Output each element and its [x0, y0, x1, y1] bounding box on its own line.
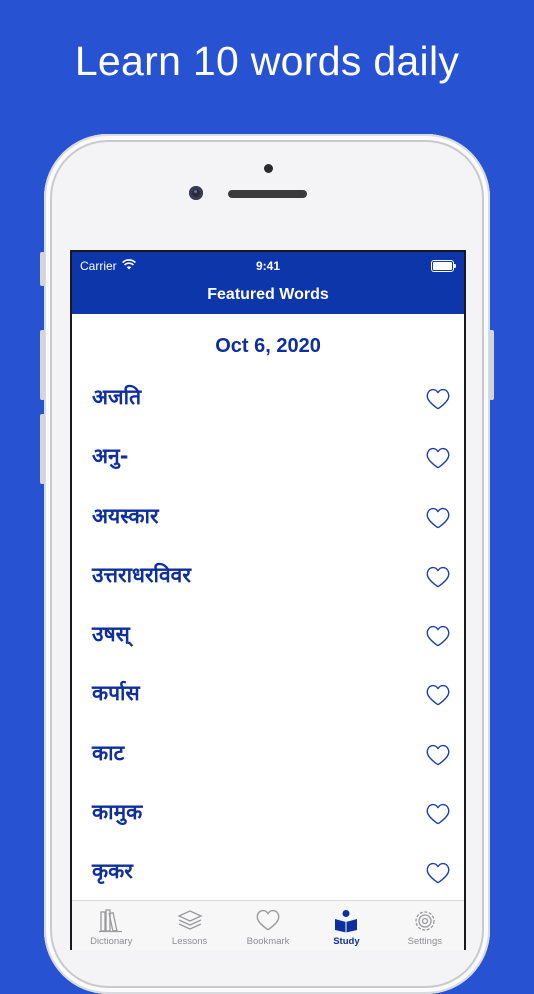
phone-volume-down	[40, 414, 45, 484]
word-row[interactable]: उषस्	[72, 606, 464, 665]
bookmark-heart-icon[interactable]	[426, 388, 450, 410]
tab-label: Study	[333, 936, 360, 947]
word-text: कामुक	[92, 800, 143, 825]
word-row[interactable]: कामुक	[72, 784, 464, 843]
tab-label: Lessons	[171, 936, 208, 947]
tab-label: Dictionary	[90, 936, 133, 947]
phone-power-button	[489, 330, 494, 400]
tab-dictionary[interactable]: Dictionary	[72, 901, 150, 950]
phone-volume-up	[40, 330, 45, 400]
books-icon	[99, 909, 123, 933]
tab-settings[interactable]: Settings	[386, 901, 464, 950]
proximity-sensor	[264, 164, 273, 173]
tab-bar: Dictionary Lessons Bookmark Study Settings	[72, 900, 464, 950]
navigation-bar: Carrier 9:41 Featured Words	[72, 252, 464, 314]
bookmark-heart-icon[interactable]	[426, 684, 450, 706]
app-screen: Carrier 9:41 Featured Words Oct 6, 2020 …	[70, 250, 466, 950]
bookmark-heart-icon[interactable]	[426, 625, 450, 647]
word-list: अजति अनु- अयस्कार उत्तराधरविवर उषस् कर्प…	[72, 369, 464, 903]
word-text: उषस्	[92, 622, 130, 647]
word-row[interactable]: कर्पास	[72, 665, 464, 724]
word-text: कृकर	[92, 859, 133, 884]
tab-study[interactable]: Study	[307, 901, 385, 950]
word-row[interactable]: कृकर	[72, 843, 464, 902]
clock-time: 9:41	[255, 259, 281, 273]
bookmark-heart-icon[interactable]	[426, 566, 450, 588]
reader-icon	[335, 910, 358, 933]
word-text: उत्तराधरविवर	[92, 562, 191, 587]
word-row[interactable]: अनु-	[72, 428, 464, 487]
bookmark-heart-icon[interactable]	[426, 447, 450, 469]
status-bar: Carrier 9:41	[72, 257, 464, 273]
gear-icon	[415, 911, 435, 931]
bookmark-heart-icon[interactable]	[426, 744, 450, 766]
page-title: Featured Words	[207, 286, 329, 303]
word-text: काट	[92, 740, 125, 765]
bookmark-heart-icon[interactable]	[426, 803, 450, 825]
tab-label: Settings	[407, 936, 442, 947]
tab-label: Bookmark	[246, 936, 290, 947]
word-text: अयस्कार	[92, 503, 159, 528]
heart-icon	[256, 909, 280, 931]
featured-date: Oct 6, 2020	[215, 335, 321, 357]
stack-icon	[177, 910, 203, 930]
tab-bookmark[interactable]: Bookmark	[229, 901, 307, 950]
bookmark-heart-icon[interactable]	[426, 862, 450, 884]
phone-mute-switch	[40, 252, 45, 286]
promo-headline: Learn 10 words daily	[74, 38, 460, 84]
earpiece-speaker	[228, 190, 307, 198]
word-row[interactable]: अजति	[72, 369, 464, 428]
word-row[interactable]: उत्तराधरविवर	[72, 547, 464, 606]
word-row[interactable]: काट	[72, 725, 464, 784]
front-camera	[189, 186, 203, 200]
tab-lessons[interactable]: Lessons	[150, 901, 228, 950]
word-row[interactable]: अयस्कार	[72, 488, 464, 547]
battery-icon	[431, 260, 456, 272]
word-text: अनु-	[92, 444, 129, 469]
word-text: अजति	[92, 385, 142, 409]
bookmark-heart-icon[interactable]	[426, 507, 450, 529]
word-text: कर्पास	[92, 681, 140, 706]
